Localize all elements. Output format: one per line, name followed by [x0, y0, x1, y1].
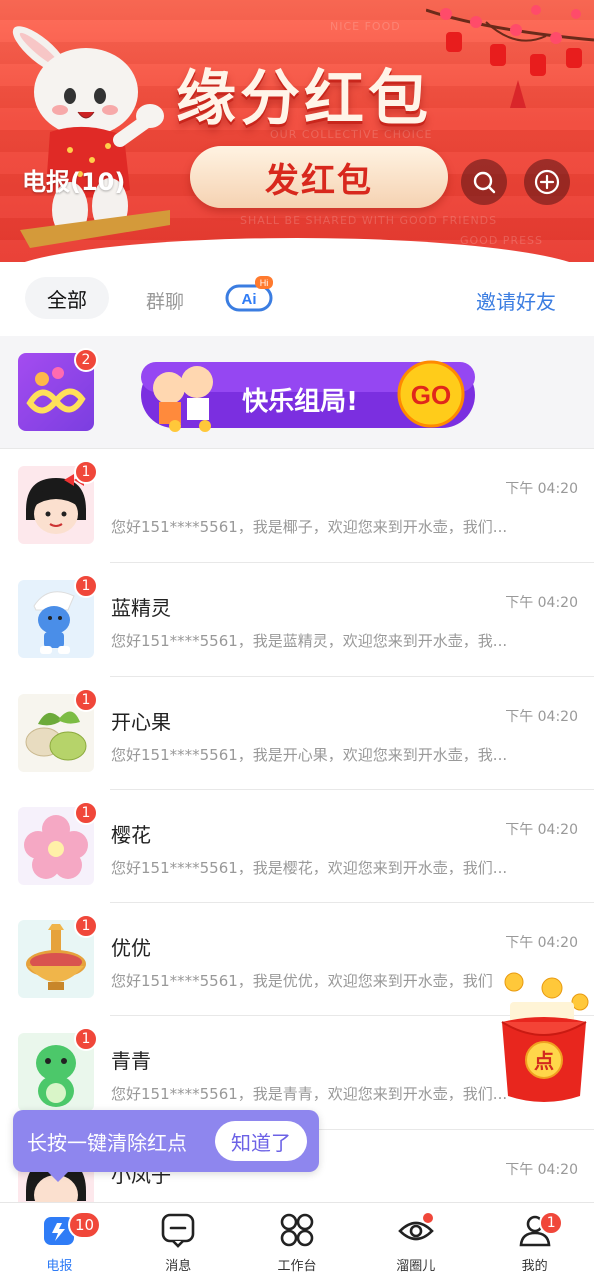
banner-watermark: NICE FOOD — [330, 20, 401, 33]
ai-hi-tag: Hi — [260, 278, 269, 288]
nav-label: 我的 — [521, 1259, 548, 1274]
chat-time: 下午 04:20 — [505, 822, 578, 838]
unread-badge: 1 — [74, 1027, 98, 1051]
page-title: 电报(10) — [22, 168, 126, 196]
nav-item-workbench[interactable]: 工作台 — [238, 1203, 357, 1280]
chat-time: 下午 04:20 — [505, 935, 578, 951]
envelope-text: 点 — [534, 1049, 554, 1073]
nav-label: 电报 — [46, 1259, 73, 1274]
divider — [110, 562, 594, 563]
invite-friends-link[interactable]: 邀请好友 — [476, 286, 556, 315]
header-banner: NICE FOOD OUR COLLECTIVE CHOICE SHALL BE… — [0, 0, 594, 262]
send-red-packet-button[interactable]: 发红包 — [190, 146, 448, 208]
chat-preview: 您好151****5561，我是樱花，欢迎您来到开水壶，我们... — [111, 859, 508, 877]
chat-time: 下午 04:20 — [505, 481, 578, 497]
chat-name: 蓝精灵 — [111, 596, 171, 620]
nav-item-telegram[interactable]: 10 电报 — [0, 1203, 119, 1280]
add-icon — [534, 169, 560, 195]
add-button[interactable] — [524, 159, 570, 205]
nav-label: 消息 — [165, 1259, 192, 1274]
chat-name: 开心果 — [111, 710, 171, 734]
chat-item[interactable]: 1 开心果 下午 04:20 您好151****5561，我是开心果，欢迎您来到… — [0, 676, 594, 790]
chat-time: 下午 04:20 — [505, 595, 578, 611]
unread-badge: 1 — [74, 801, 98, 825]
unread-badge: 1 — [74, 914, 98, 938]
send-red-packet-label: 发红包 — [265, 160, 373, 201]
unread-badge: 1 — [74, 574, 98, 598]
chat-name: 优优 — [111, 936, 151, 960]
promo-banner-text: 快乐组局! — [242, 386, 358, 417]
chat-preview: 您好151****5561，我是青青，欢迎您来到开水壶，我们... — [111, 1085, 508, 1103]
promo-go-text: GO — [411, 380, 451, 410]
banner-watermark: SHALL BE SHARED WITH GOOD FRIENDS — [240, 214, 498, 227]
nav-label: 溜圈儿 — [396, 1259, 436, 1274]
ai-assistant-tab[interactable]: Ai Hi — [225, 276, 275, 312]
floating-red-envelope[interactable]: 点 — [496, 968, 592, 1108]
chat-item[interactable]: 1 下午 04:20 您好151****5561，我是椰子，欢迎您来到开水壶，我… — [0, 448, 594, 562]
tip-arrow — [48, 1172, 68, 1182]
chat-name: 青青 — [111, 1049, 151, 1073]
message-icon — [161, 1213, 195, 1248]
chat-preview: 您好151****5561，我是蓝精灵，欢迎您来到开水壶，我... — [111, 632, 508, 650]
tip-text: 长按一键清除红点 — [27, 1130, 187, 1155]
divider — [110, 676, 594, 677]
circle-eye-icon — [397, 1213, 434, 1241]
nav-item-messages[interactable]: 消息 — [119, 1203, 238, 1280]
nav-badge: 10 — [68, 1211, 102, 1239]
tab-all[interactable]: 全部 — [25, 277, 109, 319]
tab-group-chat[interactable]: 群聊 — [146, 287, 184, 314]
chat-item[interactable]: 1 樱花 下午 04:20 您好151****5561，我是樱花，欢迎您来到开水… — [0, 789, 594, 903]
chat-item[interactable]: 1 蓝精灵 下午 04:20 您好151****5561，我是蓝精灵，欢迎您来到… — [0, 562, 594, 676]
rabbit-mascot-illustration — [12, 26, 170, 248]
divider — [0, 448, 594, 449]
lantern-branch-decoration — [426, 5, 594, 108]
happy-party-promo-banner[interactable]: 快乐组局! GO — [135, 352, 481, 434]
unread-badge: 1 — [74, 460, 98, 484]
nav-label: 工作台 — [277, 1259, 317, 1274]
chat-time: 下午 04:20 — [505, 709, 578, 725]
workbench-icon — [280, 1213, 314, 1247]
clear-badges-tip: 长按一键清除红点 知道了 — [13, 1110, 319, 1172]
search-button[interactable] — [461, 159, 507, 205]
banner-title: 缘分红包 — [176, 64, 432, 134]
got-it-button[interactable]: 知道了 — [215, 1121, 307, 1161]
chat-preview: 您好151****5561，我是开心果，欢迎您来到开水壶，我... — [111, 746, 508, 764]
divider — [110, 902, 594, 903]
nav-item-circle[interactable]: 溜圈儿 — [356, 1203, 475, 1280]
chat-preview: 您好151****5561，我是椰子，欢迎您来到开水壶，我们... — [111, 518, 508, 536]
bottom-navigation: 10 电报 消息 工作台 溜圈儿 1 我的 — [0, 1202, 594, 1280]
chat-time: 下午 04:20 — [505, 1162, 578, 1178]
chat-name: 樱花 — [111, 823, 151, 847]
nav-item-profile[interactable]: 1 我的 — [475, 1203, 594, 1280]
nav-badge: 1 — [539, 1211, 564, 1235]
unread-badge: 1 — [74, 688, 98, 712]
ai-label: Ai — [242, 291, 257, 308]
chat-preview: 您好151****5561，我是优优，欢迎您来到开水壶，我们 — [111, 972, 493, 990]
search-icon — [473, 171, 496, 194]
divider — [110, 789, 594, 790]
promo-unread-badge: 2 — [74, 348, 98, 372]
